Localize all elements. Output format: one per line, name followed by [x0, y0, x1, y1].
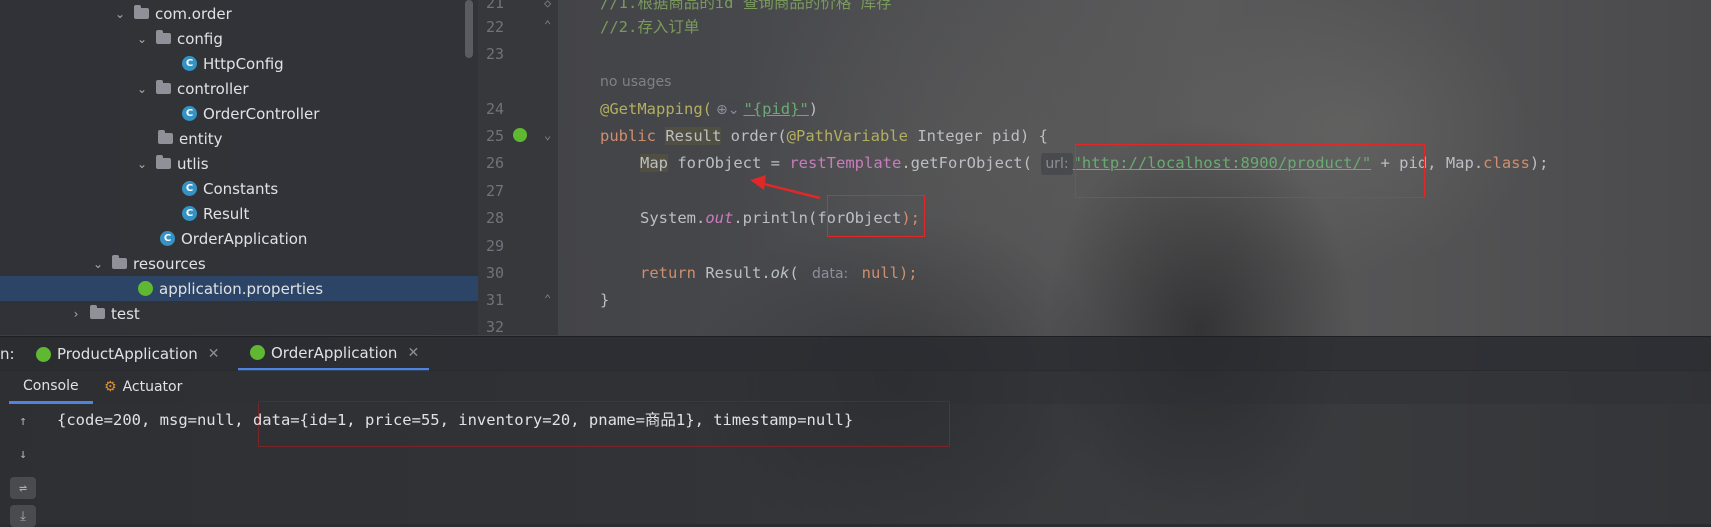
fold-marker-icon[interactable]: ⌃ [544, 18, 551, 32]
tree-scrollbar[interactable] [465, 0, 473, 58]
globe-icon[interactable]: ⊕⌄ [711, 99, 744, 121]
code-line-24: @GetMapping(⊕⌄ "{pid}") [600, 98, 818, 121]
tree-node-result[interactable]: C Result [182, 201, 249, 226]
spring-run-icon [250, 345, 265, 360]
fold-marker-icon[interactable]: ⌃ [544, 292, 551, 306]
tree-node-test[interactable]: › test [70, 301, 140, 326]
package-icon [156, 155, 171, 169]
code-line-22: //2.存入订单 [600, 18, 700, 36]
soft-wrap-icon[interactable]: ⇌ [10, 477, 36, 499]
package-icon [156, 80, 171, 94]
param-hint: url: [1041, 153, 1073, 175]
tab-productapplication[interactable]: ProductApplication ✕ [36, 337, 220, 371]
tab-orderapplication[interactable]: OrderApplication ✕ [238, 337, 430, 371]
class-icon: C [182, 206, 197, 221]
usage-hint[interactable]: no usages [600, 71, 671, 93]
tree-node-orderapplication[interactable]: C OrderApplication [160, 226, 307, 251]
chevron-down-icon[interactable]: ⌄ [136, 32, 148, 46]
spring-boot-class-icon: C [160, 231, 175, 246]
line-number: 23 [485, 45, 504, 63]
annotation-box-url [1075, 144, 1425, 198]
tree-node-entity[interactable]: entity [158, 126, 223, 151]
tree-node-controller[interactable]: ⌄ controller [136, 76, 249, 101]
folder-icon [90, 305, 105, 319]
line-number: 22 [485, 18, 504, 36]
line-number: 28 [485, 209, 504, 227]
line-number: 24 [485, 100, 504, 118]
tree-node-resources[interactable]: ⌄ resources [92, 251, 206, 276]
spring-run-icon [36, 346, 51, 362]
spring-properties-icon [138, 281, 153, 296]
package-icon [134, 5, 149, 19]
line-number: 29 [485, 237, 504, 255]
line-number: 30 [485, 264, 504, 282]
fold-marker-icon[interactable]: ◇ [544, 0, 551, 10]
chevron-down-icon[interactable]: ⌄ [136, 82, 148, 96]
code-line-25: public Result order(@PathVariable Intege… [600, 127, 1048, 145]
close-icon[interactable]: ✕ [407, 345, 419, 361]
code-line-31: } [600, 291, 610, 309]
code-line-30: return Result.ok( data: null); [640, 262, 918, 285]
tab-actuator[interactable]: ⚙ Actuator [104, 370, 182, 404]
line-number: 31 [485, 291, 504, 309]
chevron-right-icon[interactable]: › [70, 307, 82, 321]
close-icon[interactable]: ✕ [208, 346, 220, 362]
tree-node-config[interactable]: ⌄ config [136, 26, 223, 51]
tree-node-httpconfig[interactable]: C HttpConfig [182, 51, 284, 76]
line-number: 27 [485, 182, 504, 200]
annotation-box-forobject [827, 195, 925, 237]
package-icon [158, 130, 173, 144]
tree-node-com-order[interactable]: ⌄ com.order [114, 1, 232, 26]
code-line-21: //1.根据商品的id 查询商品的价格 库存 [600, 0, 892, 12]
class-icon: C [182, 181, 197, 196]
line-number: 21 [485, 0, 504, 12]
spring-endpoint-gutter-icon[interactable] [513, 128, 527, 142]
class-icon: C [182, 106, 197, 121]
resources-folder-icon [112, 255, 127, 269]
line-number: 26 [485, 154, 504, 172]
package-icon [156, 30, 171, 44]
scroll-down-icon[interactable]: ↓ [10, 443, 36, 465]
tree-node-application-properties[interactable]: application.properties [0, 276, 478, 301]
tab-console[interactable]: Console [9, 370, 93, 404]
annotation-arrow-icon [750, 175, 821, 200]
line-number: 32 [485, 318, 504, 336]
tree-node-utlis[interactable]: ⌄ utlis [136, 151, 209, 176]
tree-node-ordercontroller[interactable]: C OrderController [182, 101, 319, 126]
chevron-down-icon[interactable]: ⌄ [136, 157, 148, 171]
param-hint: data: [808, 263, 853, 285]
chevron-down-icon[interactable]: ⌄ [92, 257, 104, 271]
console-output: {code=200, msg=null, data={id=1, price=5… [57, 411, 854, 429]
project-tree-panel: ⌄ com.order ⌄ config C HttpConfig ⌄ cont… [0, 0, 478, 335]
tree-node-constants[interactable]: C Constants [182, 176, 278, 201]
scroll-up-icon[interactable]: ↑ [10, 410, 36, 432]
chevron-down-icon[interactable]: ⌄ [114, 7, 126, 21]
class-icon: C [182, 56, 197, 71]
run-label: n: [0, 345, 15, 363]
actuator-icon: ⚙ [104, 379, 117, 395]
run-tool-window-tabs: n: ProductApplication ✕ OrderApplication… [0, 336, 1711, 371]
fold-marker-icon[interactable]: ⌄ [544, 128, 551, 142]
line-number: 25 [485, 127, 504, 145]
run-subtabs: Console ⚙ Actuator [0, 370, 1711, 404]
